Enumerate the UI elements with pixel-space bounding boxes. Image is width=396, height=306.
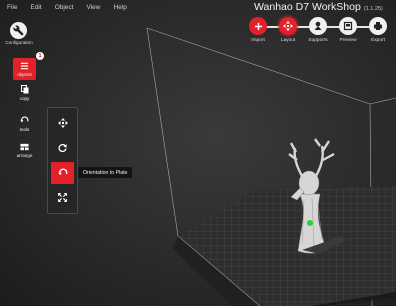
scale-icon [58,192,67,202]
app-title: Wanhao D7 WorkShop (1.1.25) [254,1,383,13]
arrange-button[interactable]: arrange [13,139,36,161]
app-window: File Edit Object View Help Wanhao D7 Wor… [0,0,396,306]
step-preview[interactable]: Preview [335,17,361,43]
move-arrows-icon [57,118,68,128]
step-import[interactable]: Import [245,17,271,43]
list-icon [20,61,29,70]
supports-circle [309,17,327,35]
import-circle [249,17,267,35]
objects-count-badge: 1 [36,52,44,60]
model-pivot-point[interactable] [307,220,313,226]
layout-circle [279,17,297,35]
step-supports[interactable]: Supports [305,17,331,43]
arrange-icon [20,142,29,151]
copy-icon [20,85,29,94]
menu-help[interactable]: Help [113,4,126,11]
rotate-tool-icon [20,116,29,125]
menu-edit[interactable]: Edit [30,4,41,11]
step-preview-label: Preview [339,38,357,43]
wrench-icon [13,25,24,36]
step-export[interactable]: Export [365,17,391,43]
tools-button[interactable]: tools [13,113,36,135]
app-version: (1.1.25) [363,6,383,12]
menu-view[interactable]: View [86,4,100,11]
copy-label: copy [19,96,30,101]
preview-icon [343,21,353,31]
objects-button[interactable]: objects [13,58,36,80]
tools-subpalette [47,107,78,214]
plus-icon [254,22,262,30]
move-tool-button[interactable] [51,112,74,134]
step-layout-label: Layout [280,38,296,43]
scale-tool-button[interactable] [51,186,74,208]
menu-object[interactable]: Object [55,4,74,11]
objects-label: objects [17,72,32,77]
orient-to-plate-button[interactable] [51,162,74,184]
preview-circle [339,17,357,35]
supports-icon [314,21,322,30]
menu-file[interactable]: File [7,4,17,11]
tooltip-orient-to-plate: Orientation to Plate [78,167,133,178]
rotate-icon [58,143,67,152]
step-supports-label: Supports [308,38,328,43]
printer-icon [374,22,382,30]
configuration-label: Configuration [5,40,33,45]
build-plate-grid [178,186,396,306]
copy-button[interactable]: copy [13,82,36,104]
orient-to-plate-icon [58,168,67,176]
tools-label: tools [19,127,30,132]
menu-bar: File Edit Object View Help [0,0,127,14]
workflow-toolbar: Import Layout Supports Preview Export [238,17,396,49]
arrange-label: arrange [16,153,33,158]
configuration-button[interactable] [10,22,27,39]
move-arrows-icon [283,21,293,31]
rotate-tool-button[interactable] [51,136,74,158]
step-export-label: Export [371,38,385,43]
step-import-label: Import [251,38,265,43]
step-layout[interactable]: Layout [275,17,301,43]
export-circle [369,17,387,35]
app-name: Wanhao D7 WorkShop [254,1,361,13]
